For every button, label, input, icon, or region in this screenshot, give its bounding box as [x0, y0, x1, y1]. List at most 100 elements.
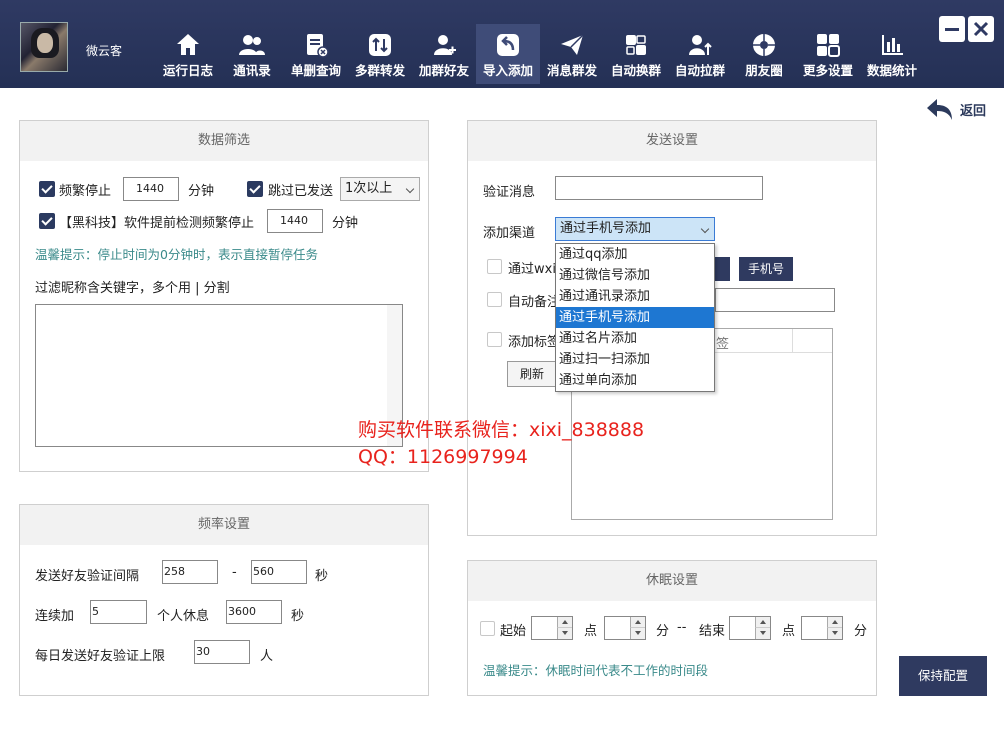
sleep-start-label: 起始	[500, 624, 527, 639]
blacktech-label: 【黑科技】软件提前检测频繁停止	[59, 216, 255, 231]
forward-icon	[369, 34, 391, 56]
nav-auto-pull-group[interactable]: 自动拉群	[668, 24, 732, 84]
channel-option-oneway[interactable]: 通过单向添加	[556, 370, 714, 391]
daily-input[interactable]: 30	[194, 640, 250, 664]
nav-multi-forward[interactable]: 多群转发	[348, 24, 412, 84]
nav-contacts[interactable]: 通讯录	[220, 24, 284, 84]
pull-group-icon	[689, 35, 712, 55]
sleep-title: 休眠设置	[468, 561, 876, 601]
continuous-input[interactable]: 5	[90, 600, 147, 624]
contacts-icon	[239, 35, 265, 55]
daily-unit: 人	[260, 649, 274, 664]
sleep-hint: 温馨提示：休眠时间代表不工作的时间段	[483, 663, 709, 678]
chevron-down-icon	[700, 224, 710, 234]
verify-input[interactable]	[555, 176, 763, 200]
interval-dash: -	[232, 565, 237, 580]
end-minute-unit: 分	[854, 624, 868, 639]
channel-option-qq[interactable]: 通过qq添加	[556, 244, 714, 265]
nav-more-settings[interactable]: 更多设置	[796, 24, 860, 84]
skip-sent-select[interactable]: 1次以上	[340, 177, 420, 201]
via-wx-checkbox[interactable]	[487, 259, 502, 274]
start-hour-unit: 点	[584, 624, 598, 639]
remark-input[interactable]	[715, 288, 835, 312]
stepper-down-icon[interactable]	[755, 628, 770, 639]
filter-hint: 温馨提示：停止时间为0分钟时，表示直接暂停任务	[35, 247, 318, 262]
refresh-button[interactable]: 刷新	[507, 361, 557, 387]
channel-select[interactable]: 通过手机号添加	[555, 217, 715, 241]
channel-label: 添加渠道	[483, 226, 536, 241]
nav-add-group-friend[interactable]: 加群好友	[412, 24, 476, 84]
send-icon	[561, 34, 584, 55]
channel-option-wechat-id[interactable]: 通过微信号添加	[556, 265, 714, 286]
stepper-down-icon[interactable]	[827, 628, 842, 639]
channel-option-phone[interactable]: 通过手机号添加	[556, 307, 714, 328]
sleep-end-label: 结束	[699, 624, 726, 639]
minimize-button[interactable]	[939, 16, 965, 42]
close-button[interactable]	[968, 16, 994, 42]
auto-remark-checkbox[interactable]	[487, 292, 502, 307]
filter-title: 数据筛选	[20, 121, 428, 161]
stepper-down-icon[interactable]	[630, 628, 645, 639]
freq-stop-input[interactable]: 1440	[123, 177, 179, 201]
freq-stop-label: 频繁停止	[59, 184, 112, 199]
hidden-button[interactable]	[715, 257, 730, 281]
avatar[interactable]	[20, 22, 68, 72]
end-hour-stepper[interactable]	[729, 616, 771, 640]
keyword-textarea[interactable]	[35, 304, 403, 447]
start-hour-stepper[interactable]	[531, 616, 573, 640]
save-config-button[interactable]: 保持配置	[899, 656, 987, 696]
interval-label: 发送好友验证间隔	[35, 569, 140, 584]
nav-import-add[interactable]: 导入添加	[476, 24, 540, 84]
rate-title: 频率设置	[20, 505, 428, 545]
skip-sent-label: 跳过已发送	[268, 184, 334, 199]
rest-input[interactable]: 3600	[226, 600, 282, 624]
home-icon	[177, 34, 199, 55]
sleep-dash: --	[677, 620, 687, 635]
rest-unit: 秒	[291, 609, 305, 624]
nav-moments[interactable]: 朋友圈	[732, 24, 796, 84]
stepper-up-icon[interactable]	[755, 617, 770, 628]
watermark-qq: QQ：1126997994	[358, 446, 528, 468]
blacktech-checkbox[interactable]	[39, 213, 55, 229]
stepper-up-icon[interactable]	[827, 617, 842, 628]
rest-label: 个人休息	[157, 609, 210, 624]
sleep-checkbox[interactable]	[480, 621, 495, 636]
chevron-down-icon	[405, 184, 415, 194]
watermark-wechat: 购买软件联系微信：xixi_838888	[358, 419, 645, 441]
back-button[interactable]: 返回	[926, 96, 986, 122]
start-minute-stepper[interactable]	[604, 616, 646, 640]
nav-delete-query[interactable]: 单删查询	[284, 24, 348, 84]
start-minute-unit: 分	[656, 624, 670, 639]
nav-auto-switch-group[interactable]: 自动换群	[604, 24, 668, 84]
close-icon	[973, 21, 989, 37]
stepper-up-icon[interactable]	[630, 617, 645, 628]
phone-button[interactable]: 手机号	[739, 257, 793, 281]
skip-sent-checkbox[interactable]	[247, 181, 263, 197]
end-minute-stepper[interactable]	[801, 616, 843, 640]
nav-mass-message[interactable]: 消息群发	[540, 24, 604, 84]
freq-stop-unit: 分钟	[188, 184, 215, 199]
add-friend-icon	[434, 35, 456, 55]
send-title: 发送设置	[468, 121, 876, 161]
stepper-up-icon[interactable]	[557, 617, 572, 628]
channel-option-scan[interactable]: 通过扫一扫添加	[556, 349, 714, 370]
channel-dropdown-list[interactable]: 通过qq添加 通过微信号添加 通过通讯录添加 通过手机号添加 通过名片添加 通过…	[555, 243, 715, 392]
add-tag-checkbox[interactable]	[487, 332, 502, 347]
freq-stop-checkbox[interactable]	[39, 181, 55, 197]
import-icon	[497, 34, 519, 56]
interval-min-input[interactable]: 258	[162, 560, 218, 584]
interval-max-input[interactable]: 560	[251, 560, 307, 584]
nav-data-stats[interactable]: 数据统计	[860, 24, 924, 84]
blacktech-input[interactable]: 1440	[267, 209, 323, 233]
channel-option-contacts[interactable]: 通过通讯录添加	[556, 286, 714, 307]
daily-label: 每日发送好友验证上限	[35, 649, 166, 664]
keyword-label: 过滤昵称含关键字，多个用 | 分割	[35, 281, 230, 296]
add-tag-label: 添加标签	[508, 335, 561, 350]
nav-run-log[interactable]: 运行日志	[156, 24, 220, 84]
moments-icon	[753, 34, 775, 56]
more-settings-icon	[817, 34, 840, 57]
username: 微云客	[86, 44, 123, 58]
stepper-down-icon[interactable]	[557, 628, 572, 639]
channel-option-card[interactable]: 通过名片添加	[556, 328, 714, 349]
blacktech-unit: 分钟	[332, 216, 359, 231]
